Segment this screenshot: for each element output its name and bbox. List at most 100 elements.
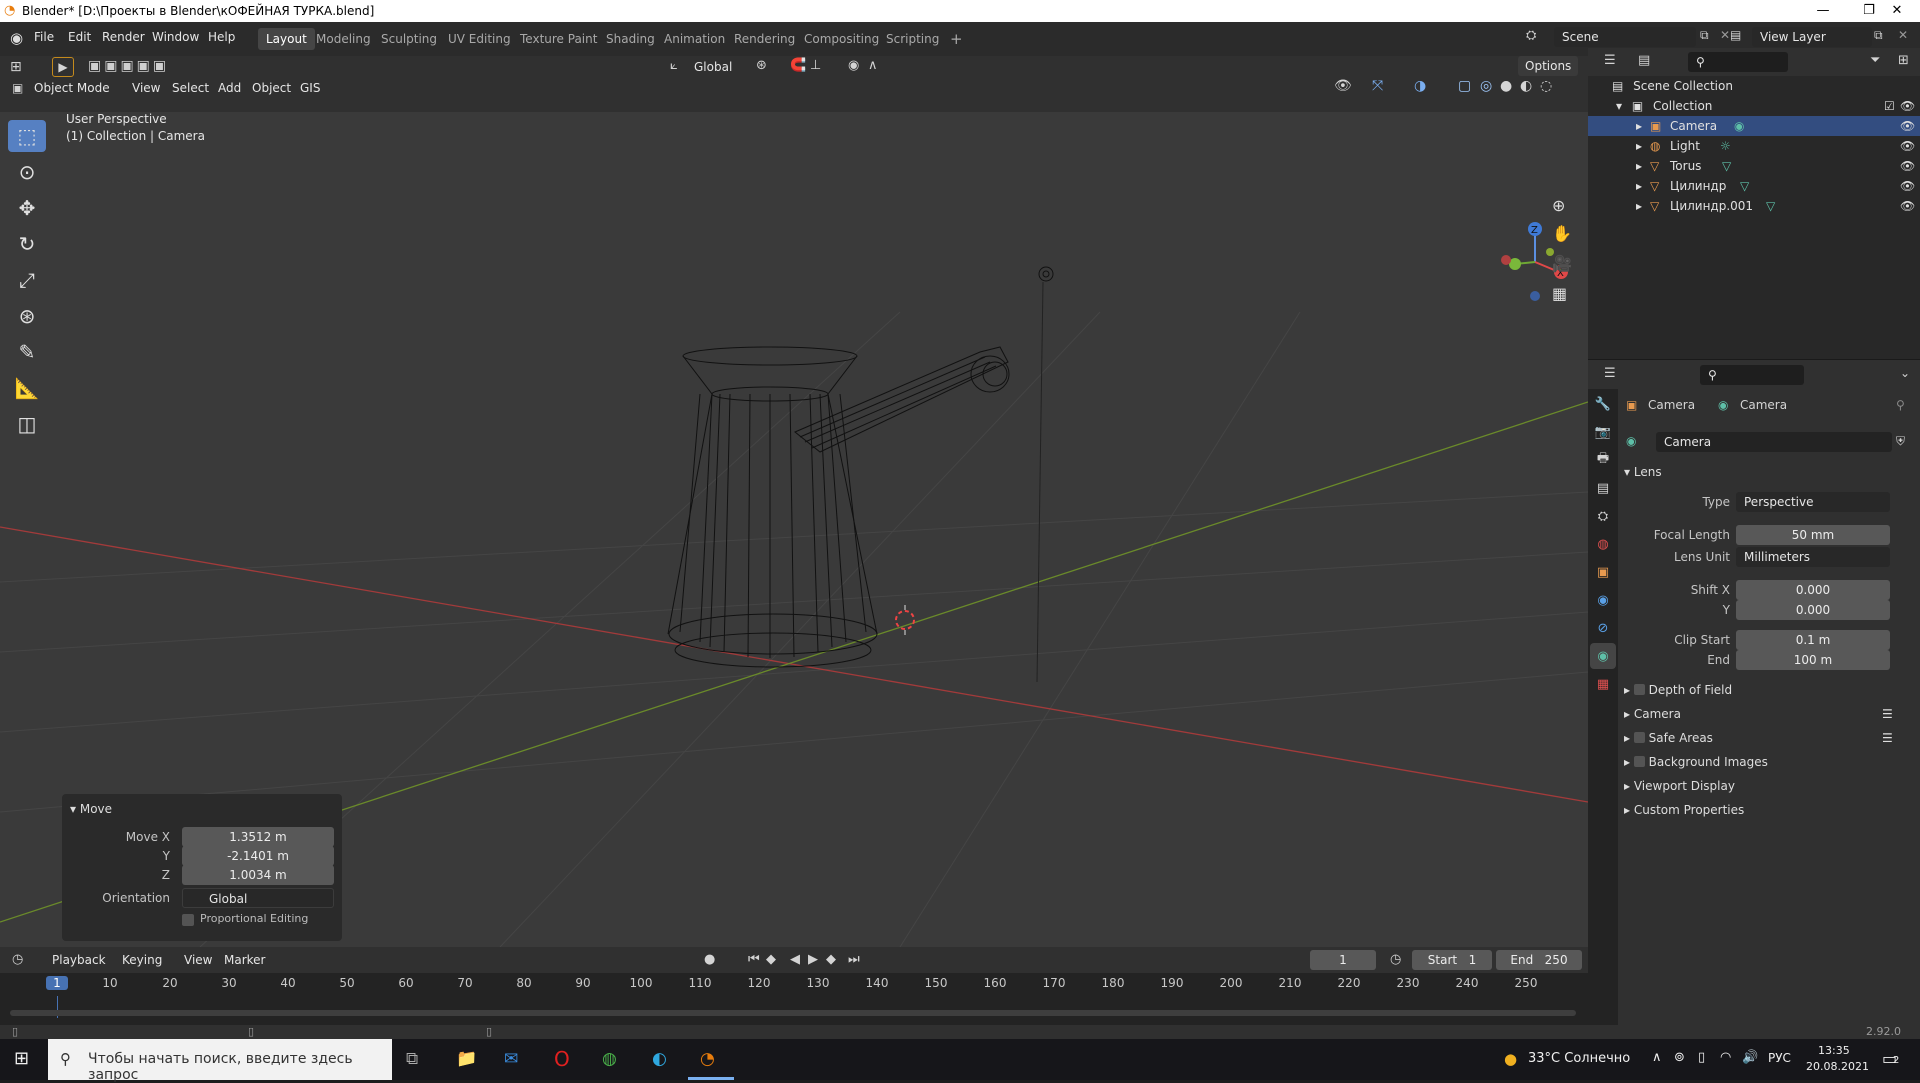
transform-tool-icon[interactable]: ⊛ [8,300,46,332]
eye-icon[interactable]: 👁 [1900,156,1915,176]
menu-object[interactable]: Object [252,81,291,95]
record-icon[interactable]: ● [704,952,715,967]
collapse-arrow-icon[interactable]: ▾ [1624,465,1630,479]
camera-data-tab-icon[interactable]: ◉ [1590,643,1616,669]
lens-section-header[interactable]: ▾ Lens [1624,460,1662,484]
move-z-field[interactable]: 1.0034 m [182,865,334,885]
measure-tool-icon[interactable]: 📐 [8,372,46,404]
tab-animation[interactable]: Animation [656,28,733,50]
outliner-scene-collection[interactable]: ▤ Scene Collection [1612,76,1733,96]
tab-texture-paint[interactable]: Texture Paint [512,28,605,50]
tab-uv-editing[interactable]: UV Editing [440,28,519,50]
camera-view-icon[interactable]: 🎥 [1552,254,1572,273]
tab-shading[interactable]: Shading [598,28,663,50]
start-frame-field[interactable]: Start 1 [1412,950,1492,970]
clock-time[interactable]: 13:35 [1818,1044,1850,1057]
properties-options-icon[interactable]: ⌄ [1900,366,1910,380]
wifi-icon[interactable]: ◠ [1720,1050,1731,1065]
checkbox[interactable] [1633,684,1645,695]
camera-datablock-field[interactable]: Camera [1656,432,1892,452]
properties-editor-icon[interactable]: ☰ [1604,366,1616,381]
pivot-icon[interactable]: ⊛ [756,58,767,73]
section-viewport-display[interactable]: ▸ Viewport Display [1624,774,1735,798]
object-tab-icon[interactable]: ▣ [1590,559,1616,585]
collection-eye-icon[interactable]: 👁 [1900,96,1915,116]
world-tab-icon[interactable]: ◍ [1590,531,1616,557]
outliner-item-light[interactable]: ▸ ◍ Light ☼ 👁 [1588,136,1920,156]
falloff-icon[interactable]: ∧ [868,58,878,73]
wireframe-shading-icon[interactable]: ◎ [1480,78,1492,94]
visibility-icon[interactable]: 👁 [1334,78,1352,94]
properties-search-input[interactable]: ⚲ [1700,365,1804,385]
task-view-icon[interactable]: ⧉ [406,1049,418,1069]
select-tool-icon[interactable]: ▶ [52,57,74,77]
menu-keying[interactable]: Keying [122,953,162,967]
preview-range-icon[interactable]: ◷ [1390,952,1401,967]
delete-view-layer-icon[interactable]: ✕ [1898,28,1908,42]
section-camera[interactable]: ▸ Camera ☰ [1624,702,1914,726]
section-depth-of-field[interactable]: ▸ Depth of Field [1624,678,1732,702]
end-frame-field[interactable]: End 250 [1496,950,1582,970]
orientation-dropdown[interactable]: Global [686,57,746,77]
move-y-field[interactable]: -2.1401 m [182,846,334,866]
add-workspace-icon[interactable]: + [942,28,971,50]
timeline-editor-icon[interactable]: ◷ [12,952,23,967]
select-box-icon[interactable]: ⬚ [8,120,46,152]
section-safe-areas[interactable]: ▸ Safe Areas ☰ [1624,726,1914,750]
expand-arrow-icon[interactable]: ▾ [1616,99,1622,113]
xray-icon[interactable]: ▢ [1458,78,1471,94]
menu-marker[interactable]: Marker [224,953,265,967]
tool-tab-icon[interactable]: 🔧 [1590,391,1616,417]
texture-tab-icon[interactable]: ▦ [1590,671,1616,697]
menu-view[interactable]: View [132,81,160,95]
object-mode-dropdown[interactable]: Object Mode [26,78,118,98]
menu-help[interactable]: Help [208,30,235,44]
proportional-editing-checkbox[interactable] [182,914,194,926]
display-mode-icon[interactable]: ▤ [1638,53,1650,68]
eye-icon[interactable]: 👁 [1900,196,1915,216]
outliner-item-camera[interactable]: ▸ ▣ Camera ◉ 👁 [1588,116,1920,136]
ortho-toggle-icon[interactable]: ▦ [1552,284,1567,303]
opera-icon[interactable]: O [554,1047,570,1071]
outliner-item-cylinder[interactable]: ▸ ▽ Цилиндр ▽ 👁 [1588,176,1920,196]
cursor-tool-icon[interactable]: ⊙ [8,156,46,188]
menu-window[interactable]: Window [152,30,199,44]
proportional-editing-icon[interactable]: ◉ [848,58,859,73]
orientation-field[interactable]: Global [182,888,334,908]
blender-taskbar-icon[interactable]: ◔ [700,1049,715,1069]
outliner-item-torus[interactable]: ▸ ▽ Torus ▽ 👁 [1588,156,1920,176]
outliner-collection[interactable]: ▾ ▣ Collection ☑ 👁 [1616,96,1916,116]
snap-icon[interactable]: 🧲 [790,58,806,73]
material-shading-icon[interactable]: ◐ [1520,78,1532,94]
snap-target-icon[interactable]: ⊥ [810,58,821,73]
jump-start-icon[interactable]: ⏮ [748,952,760,967]
eye-icon[interactable]: 👁 [1900,116,1915,136]
pin-icon[interactable]: ⚲ [1896,398,1905,412]
pan-hand-icon[interactable]: ✋ [1552,224,1572,243]
current-frame-field[interactable]: 1 [1310,950,1376,970]
eye-icon[interactable]: 👁 [1900,136,1915,156]
minimize-icon[interactable]: — [1800,0,1846,22]
outliner-search-input[interactable]: ⚲ [1688,52,1788,72]
battery-icon[interactable]: ▯ [1698,1050,1705,1065]
add-cube-tool-icon[interactable]: ◫ [8,408,46,440]
tray-app-icon[interactable]: ⊚ [1674,1050,1685,1065]
gizmo-toggle-icon[interactable]: ⤧ [1372,78,1383,94]
timeline-scrollbar[interactable] [10,1010,1576,1016]
options-button[interactable]: Options [1518,56,1579,76]
section-background-images[interactable]: ▸ Background Images [1624,750,1768,774]
rendered-shading-icon[interactable]: ◌ [1540,78,1552,94]
delete-scene-icon[interactable]: ✕ [1720,28,1730,42]
tab-scripting[interactable]: Scripting [878,28,947,50]
close-icon[interactable]: ✕ [1874,0,1920,22]
type-dropdown[interactable]: Perspective [1736,492,1890,512]
scale-tool-icon[interactable]: ⤢ [8,264,46,296]
menu-add[interactable]: Add [218,81,241,95]
list-icon[interactable]: ☰ [1882,726,1893,750]
expand-arrow-icon[interactable]: ▸ [1636,156,1642,176]
menu-edit[interactable]: Edit [68,30,91,44]
lens-unit-dropdown[interactable]: Millimeters [1736,547,1890,567]
editor-type-icon[interactable]: ⊞ [10,59,22,75]
filter-icon[interactable]: ⏷ [1870,53,1880,68]
taskbar-search-box[interactable]: ⚲ Чтобы начать поиск, введите здесь запр… [48,1039,392,1083]
